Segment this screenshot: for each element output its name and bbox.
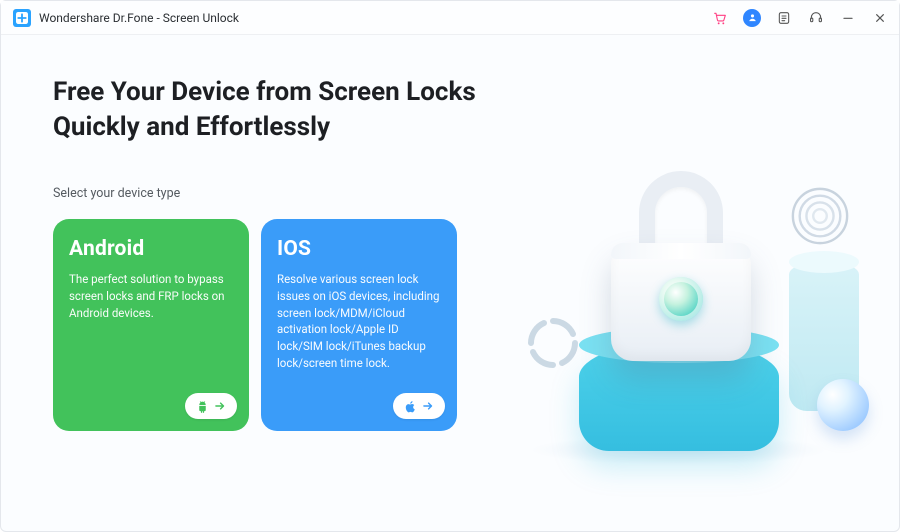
ios-go-button[interactable] (393, 393, 445, 419)
ios-card-title: IOS (277, 237, 441, 261)
sphere-shape (817, 379, 869, 431)
ios-card[interactable]: IOS Resolve various screen lock issues o… (261, 219, 457, 431)
support-icon[interactable] (807, 9, 825, 27)
titlebar-actions (711, 9, 889, 27)
arrow-right-icon (213, 399, 227, 413)
app-window: Wondershare Dr.Fone - Screen Unlock Fr (0, 0, 900, 532)
android-card-desc: The perfect solution to bypass screen lo… (69, 271, 233, 321)
android-icon (196, 400, 209, 413)
apple-icon (404, 400, 417, 413)
fingerprint-icon (789, 185, 851, 247)
cart-icon[interactable] (711, 9, 729, 27)
padlock-icon (611, 171, 751, 361)
account-icon[interactable] (743, 9, 761, 27)
titlebar: Wondershare Dr.Fone - Screen Unlock (1, 1, 899, 35)
notes-icon[interactable] (775, 9, 793, 27)
android-card-title: Android (69, 237, 233, 261)
arrow-right-icon (421, 399, 435, 413)
close-icon[interactable] (871, 9, 889, 27)
loading-shape-icon (525, 315, 581, 371)
main-content: Free Your Device from Screen Locks Quick… (1, 35, 899, 531)
minimize-icon[interactable] (839, 9, 857, 27)
ios-card-desc: Resolve various screen lock issues on iO… (277, 271, 441, 371)
app-logo-icon (13, 9, 31, 27)
app-title: Wondershare Dr.Fone - Screen Unlock (39, 11, 239, 25)
hero-illustration (489, 151, 869, 491)
android-card[interactable]: Android The perfect solution to bypass s… (53, 219, 249, 431)
page-title: Free Your Device from Screen Locks Quick… (53, 75, 483, 144)
android-go-button[interactable] (185, 393, 237, 419)
